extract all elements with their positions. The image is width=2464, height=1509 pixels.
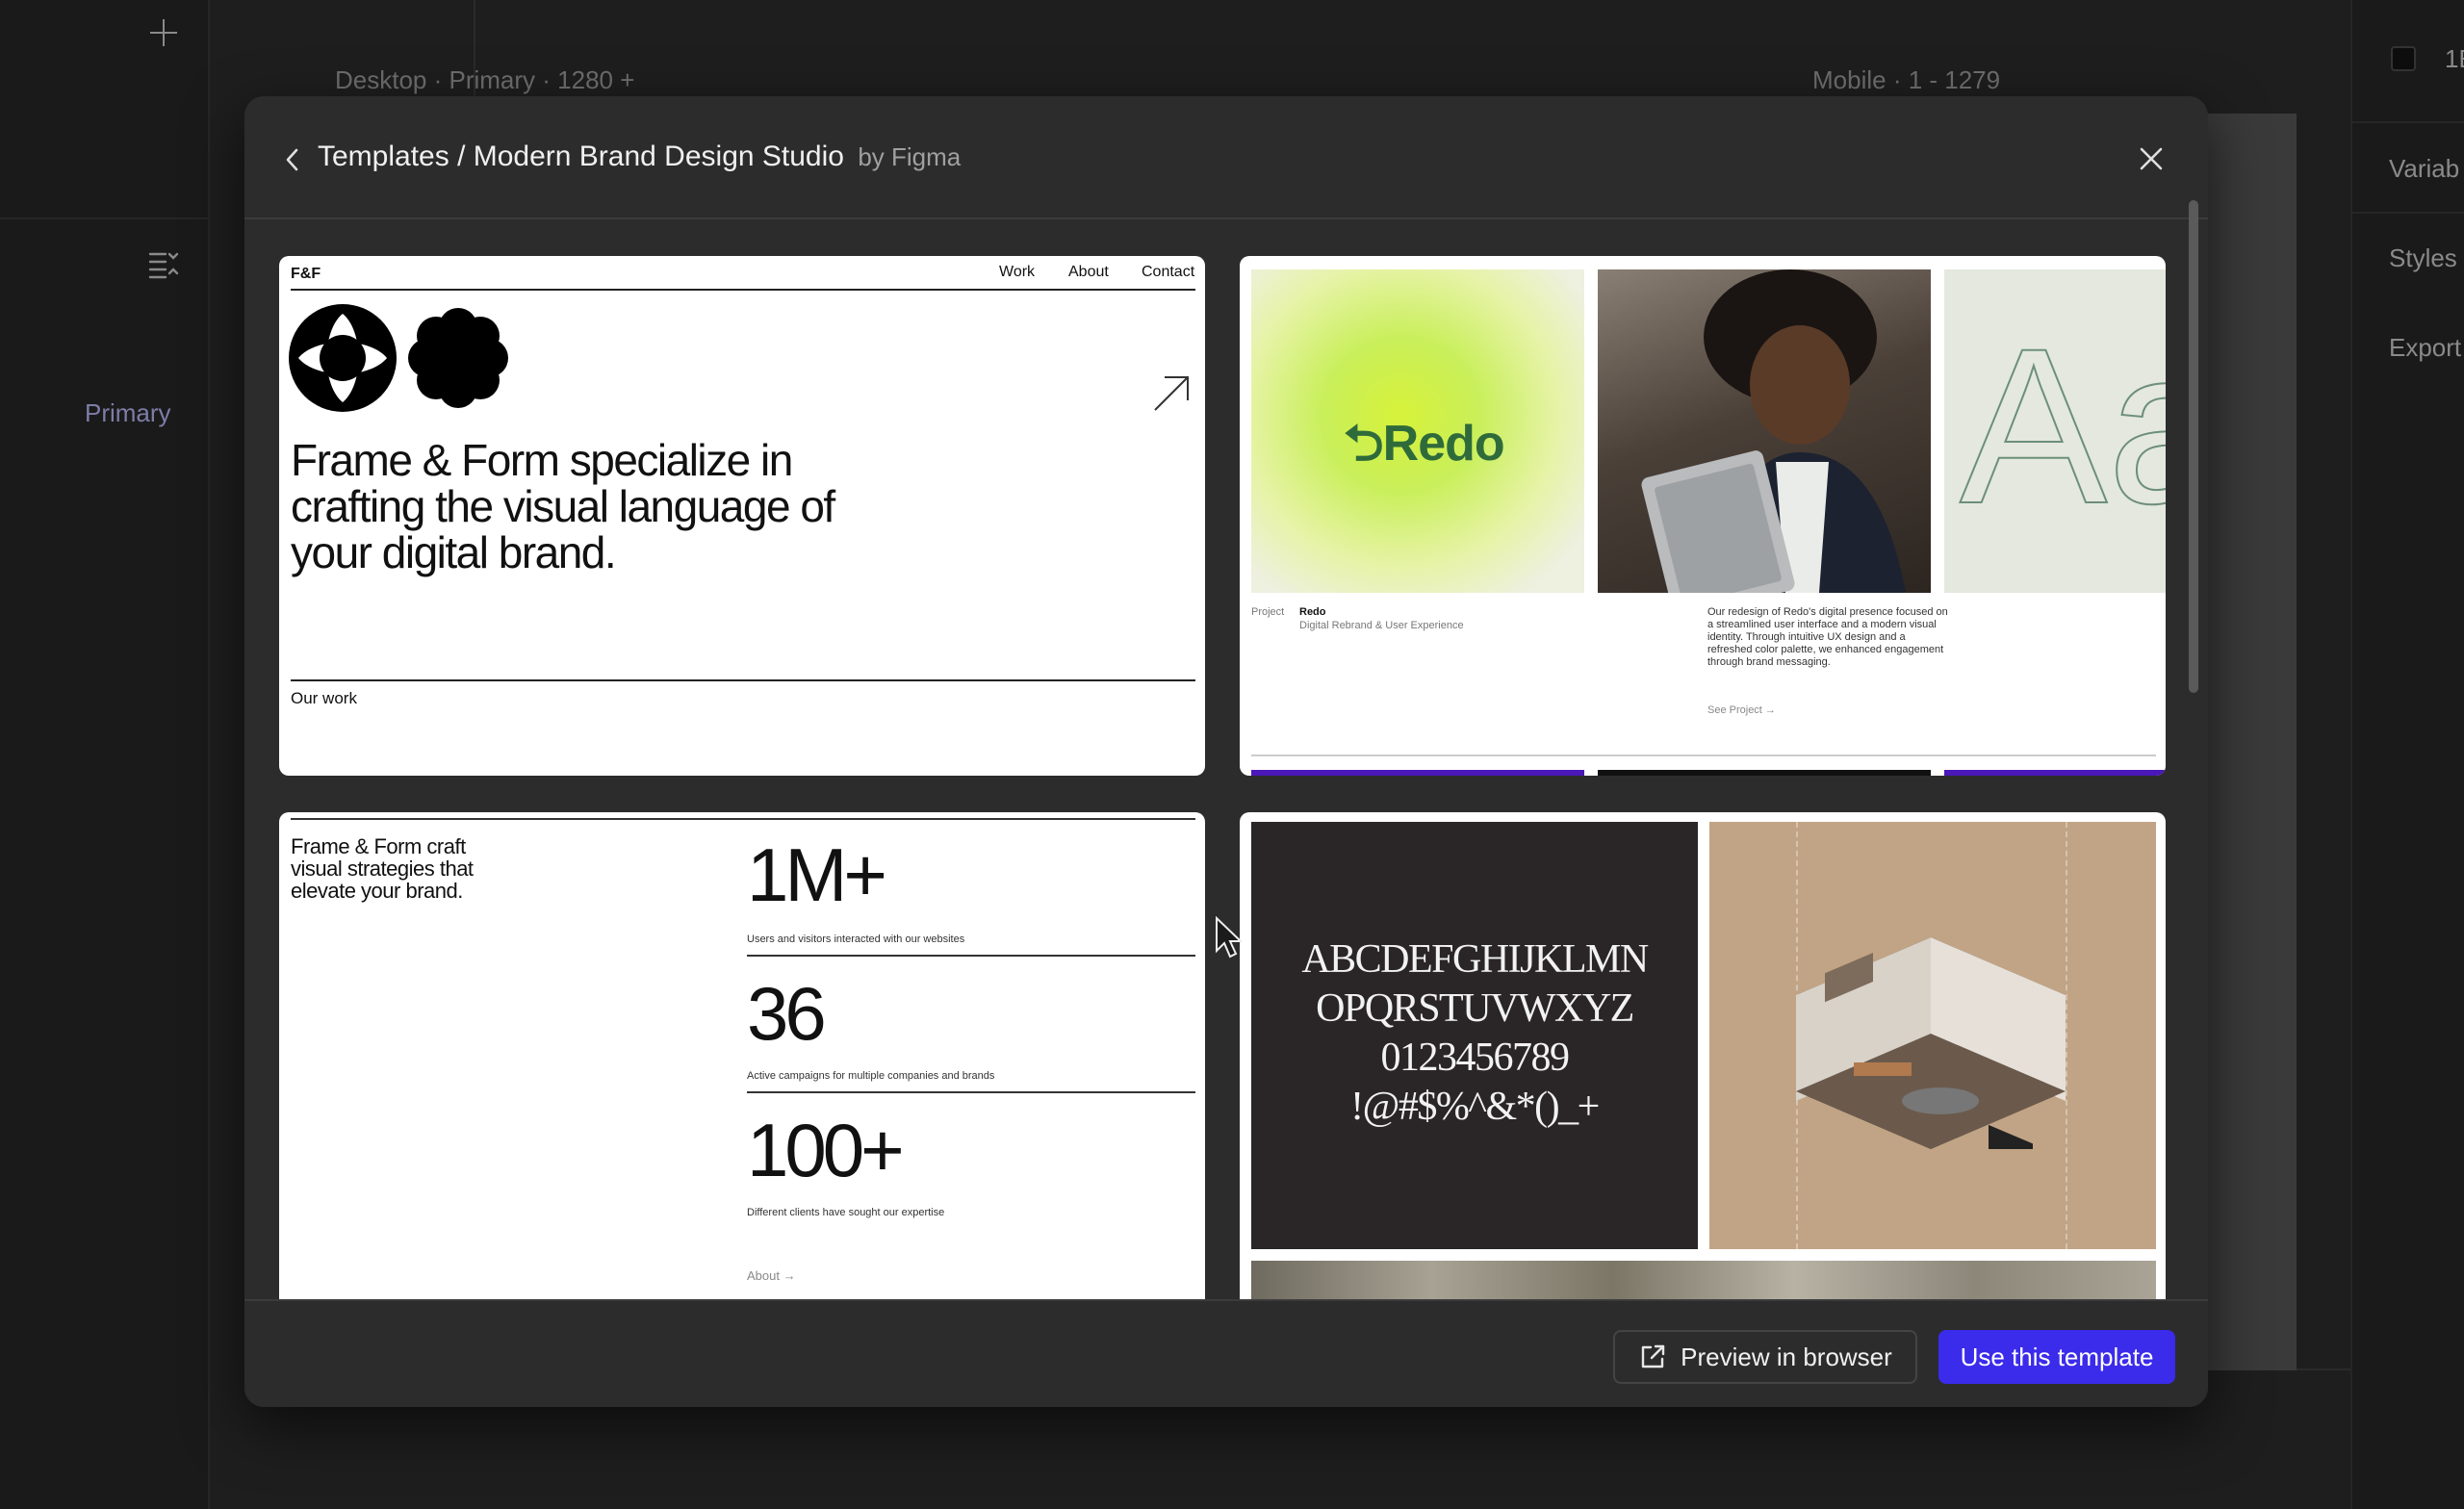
divider <box>2352 212 2464 214</box>
specimen-line: OPQRSTUVWXYZ <box>1316 986 1634 1031</box>
styles-section[interactable]: Styles <box>2389 243 2457 273</box>
project-name: Redo <box>1299 606 1326 618</box>
template-modal: Templates / Modern Brand Design Studio b… <box>244 96 2208 1407</box>
guide-line <box>2066 822 2067 1249</box>
see-project-link: See Project → <box>1707 704 1776 716</box>
divider <box>291 679 1195 681</box>
room-render-tile <box>1709 822 2156 1249</box>
stat-caption: Users and visitors interacted with our w… <box>747 934 965 945</box>
type-specimen-tile: ABCDEFGHIJKLMN OPQRSTUVWXYZ 0123456789 !… <box>1251 822 1698 1249</box>
mobile-frame[interactable] <box>2204 114 2297 1370</box>
specimen-line: !@#$%^&*()_+ <box>1350 1085 1600 1129</box>
color-swatch[interactable] <box>2391 46 2416 71</box>
redo-brand-tile: ⮌Redo <box>1251 269 1584 593</box>
modal-footer: Preview in browser Use this template <box>244 1299 2208 1407</box>
divider <box>747 1091 1195 1093</box>
back-button[interactable] <box>273 141 312 179</box>
brand-mark-icon <box>289 304 508 412</box>
right-sidebar: 1E Variab Styles Export <box>2350 0 2464 1509</box>
preview-headline: Frame & Form specialize in crafting the … <box>291 435 835 577</box>
stat-value: 1M+ <box>747 832 887 917</box>
close-button[interactable] <box>2131 139 2171 179</box>
preview-tagline: Frame & Form craft visual strategies tha… <box>291 834 474 903</box>
export-section[interactable]: Export <box>2389 333 2461 363</box>
divider <box>291 289 1195 291</box>
stat-value: 100+ <box>747 1108 905 1192</box>
mouse-cursor-icon <box>1216 916 1244 959</box>
preview-section-label: Our work <box>291 689 357 707</box>
preview-card-hero[interactable]: F&F Work About Contact Frame & Form spec… <box>279 256 1205 776</box>
stat-caption: Different clients have sought our expert… <box>747 1207 945 1218</box>
divider <box>0 217 210 219</box>
arrow-up-right-icon <box>1154 376 1189 411</box>
preview-nav-contact: Contact <box>1142 264 1195 280</box>
accent-strip <box>1598 770 1931 776</box>
figma-app: Primary Desktop · Primary · 1280 + Mobil… <box>0 0 2464 1509</box>
stat-value: 36 <box>747 971 827 1056</box>
color-hex[interactable]: 1E <box>2445 44 2464 74</box>
typography-tile: Aa <box>1944 269 2166 593</box>
about-link: About → <box>747 1268 796 1283</box>
add-page-icon[interactable] <box>146 15 181 50</box>
left-sidebar: Primary <box>0 0 210 1509</box>
mobile-frame-label[interactable]: Mobile · 1 - 1279 <box>1812 65 2000 95</box>
divider <box>2352 121 2464 123</box>
glyph-specimen: Aa <box>1959 301 2166 550</box>
redo-logo: ⮌Redo <box>1344 416 1505 472</box>
modal-title: Templates / Modern Brand Design Studio b… <box>318 141 961 173</box>
preview-nav-about: About <box>1068 264 1109 280</box>
isometric-room-image <box>1796 937 2066 1149</box>
project-label: Project <box>1251 606 1285 618</box>
divider <box>291 818 1195 820</box>
layers-list-icon[interactable] <box>146 246 181 281</box>
portrait-photo <box>1598 269 1931 618</box>
scrollbar[interactable] <box>2189 200 2198 693</box>
person-with-tablet-image <box>1641 269 1906 618</box>
chevron-left-icon <box>286 148 298 171</box>
page-primary[interactable]: Primary <box>85 398 171 428</box>
preview-nav-work: Work <box>999 264 1036 280</box>
preview-logo: F&F <box>291 266 321 282</box>
preview-gallery[interactable]: F&F Work About Contact Frame & Form spec… <box>244 219 2208 1299</box>
project-description: Our redesign of Redo's digital presence … <box>1707 606 1948 668</box>
author-label: by Figma <box>858 142 962 171</box>
desktop-frame-label[interactable]: Desktop · Primary · 1280 + <box>335 65 634 95</box>
variables-section[interactable]: Variab <box>2389 154 2459 184</box>
stat-caption: Active campaigns for multiple companies … <box>747 1070 995 1082</box>
preview-card-gallery[interactable]: ABCDEFGHIJKLMN OPQRSTUVWXYZ 0123456789 !… <box>1240 812 2166 1299</box>
preview-button-label: Preview in browser <box>1681 1342 1892 1371</box>
specimen-line: ABCDEFGHIJKLMN <box>1301 937 1649 982</box>
divider <box>747 955 1195 957</box>
accent-strip <box>1944 770 2166 776</box>
close-icon <box>2140 147 2163 170</box>
divider <box>1251 754 2156 756</box>
specimen-line: 0123456789 <box>1380 1036 1571 1080</box>
modal-header: Templates / Modern Brand Design Studio b… <box>244 96 2208 219</box>
preview-in-browser-button[interactable]: Preview in browser <box>1613 1330 1917 1384</box>
preview-card-stats[interactable]: Frame & Form craft visual strategies tha… <box>279 812 1205 1299</box>
breadcrumb: Templates / Modern Brand Design Studio <box>318 141 844 172</box>
project-subtitle: Digital Rebrand & User Experience <box>1299 620 1464 631</box>
external-link-icon <box>1641 1344 1665 1368</box>
use-template-button[interactable]: Use this template <box>1938 1330 2175 1384</box>
accent-strip <box>1251 770 1584 776</box>
photo-strip <box>1251 1261 2156 1299</box>
preview-card-project[interactable]: ⮌Redo Aa Project Redo <box>1240 256 2166 776</box>
